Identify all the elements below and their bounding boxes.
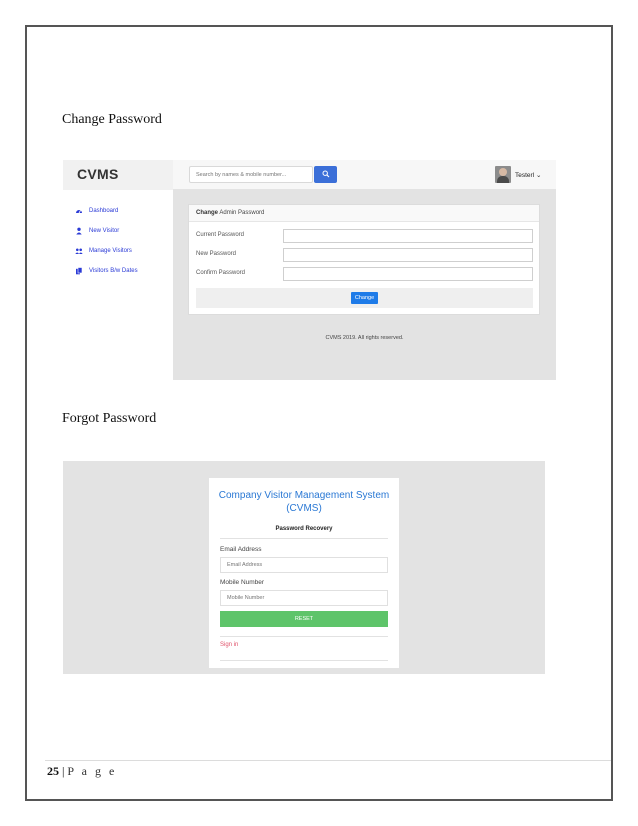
brand-logo[interactable]: CVMS (77, 166, 119, 182)
search-input[interactable] (189, 166, 313, 183)
password-recovery-title: Password Recovery (275, 526, 333, 532)
page-number: 25 | P a g e (47, 764, 117, 778)
form-actions: Change (196, 288, 533, 308)
current-password-field[interactable] (283, 229, 533, 243)
change-button[interactable]: Change (351, 292, 378, 304)
confirm-password-row: Confirm Password (196, 267, 534, 281)
sidebar-item-new-visitor[interactable]: New Visitor (75, 227, 119, 235)
sidebar-item-visitors-bw-dates[interactable]: Visitors B/w Dates (75, 267, 138, 275)
card-title: Change Admin Password (189, 205, 539, 222)
sidebar-item-label: Visitors B/w Dates (89, 268, 138, 274)
files-icon (75, 267, 83, 275)
sidebar-item-dashboard[interactable]: Dashboard (75, 207, 118, 215)
sidebar-item-label: Manage Visitors (89, 248, 132, 254)
divider (220, 660, 388, 661)
system-title: Company Visitor Management System (CVMS) (218, 490, 390, 514)
reset-button[interactable]: RESET (220, 611, 388, 627)
forgot-password-heading: Forgot Password (62, 411, 157, 426)
mobile-field[interactable] (220, 590, 388, 606)
new-password-field[interactable] (283, 248, 533, 262)
sidebar-item-label: New Visitor (89, 228, 120, 234)
change-password-screenshot: CVMS Testerl ⌄ Dashboard New Visitor (63, 160, 556, 380)
new-password-label: New Password (196, 251, 237, 257)
change-password-card: Change Admin Password Current Password N… (188, 204, 540, 315)
forgot-password-screenshot: Company Visitor Management System (CVMS)… (63, 461, 545, 674)
confirm-password-label: Confirm Password (196, 270, 246, 276)
current-password-row: Current Password (196, 229, 534, 243)
search-icon (322, 170, 330, 178)
divider (220, 538, 388, 539)
divider (220, 636, 388, 637)
main-content: Change Admin Password Current Password N… (173, 190, 556, 380)
user-menu[interactable]: Testerl ⌄ (515, 171, 541, 179)
password-recovery-card: Company Visitor Management System (CVMS)… (209, 478, 399, 668)
brand-area: CVMS (63, 160, 173, 190)
sign-in-link[interactable]: Sign in (220, 642, 238, 648)
footer-rule (45, 760, 611, 761)
app-footer: CVMS 2019. All rights reserved. (325, 335, 404, 341)
mobile-label: Mobile Number (220, 579, 265, 586)
user-icon (75, 227, 83, 235)
email-field[interactable] (220, 557, 388, 573)
email-label: Email Address (220, 546, 262, 553)
current-password-label: Current Password (196, 232, 245, 238)
top-bar: Testerl ⌄ (173, 160, 556, 190)
new-password-row: New Password (196, 248, 534, 262)
avatar[interactable] (495, 166, 511, 183)
confirm-password-field[interactable] (283, 267, 533, 281)
search-button[interactable] (314, 166, 337, 183)
users-icon (75, 247, 83, 255)
sidebar-item-manage-visitors[interactable]: Manage Visitors (75, 247, 132, 255)
sidebar: Dashboard New Visitor Manage Visitors Vi… (63, 190, 173, 380)
change-password-heading: Change Password (62, 112, 162, 127)
dashboard-icon (75, 207, 83, 215)
sidebar-item-label: Dashboard (89, 208, 119, 214)
